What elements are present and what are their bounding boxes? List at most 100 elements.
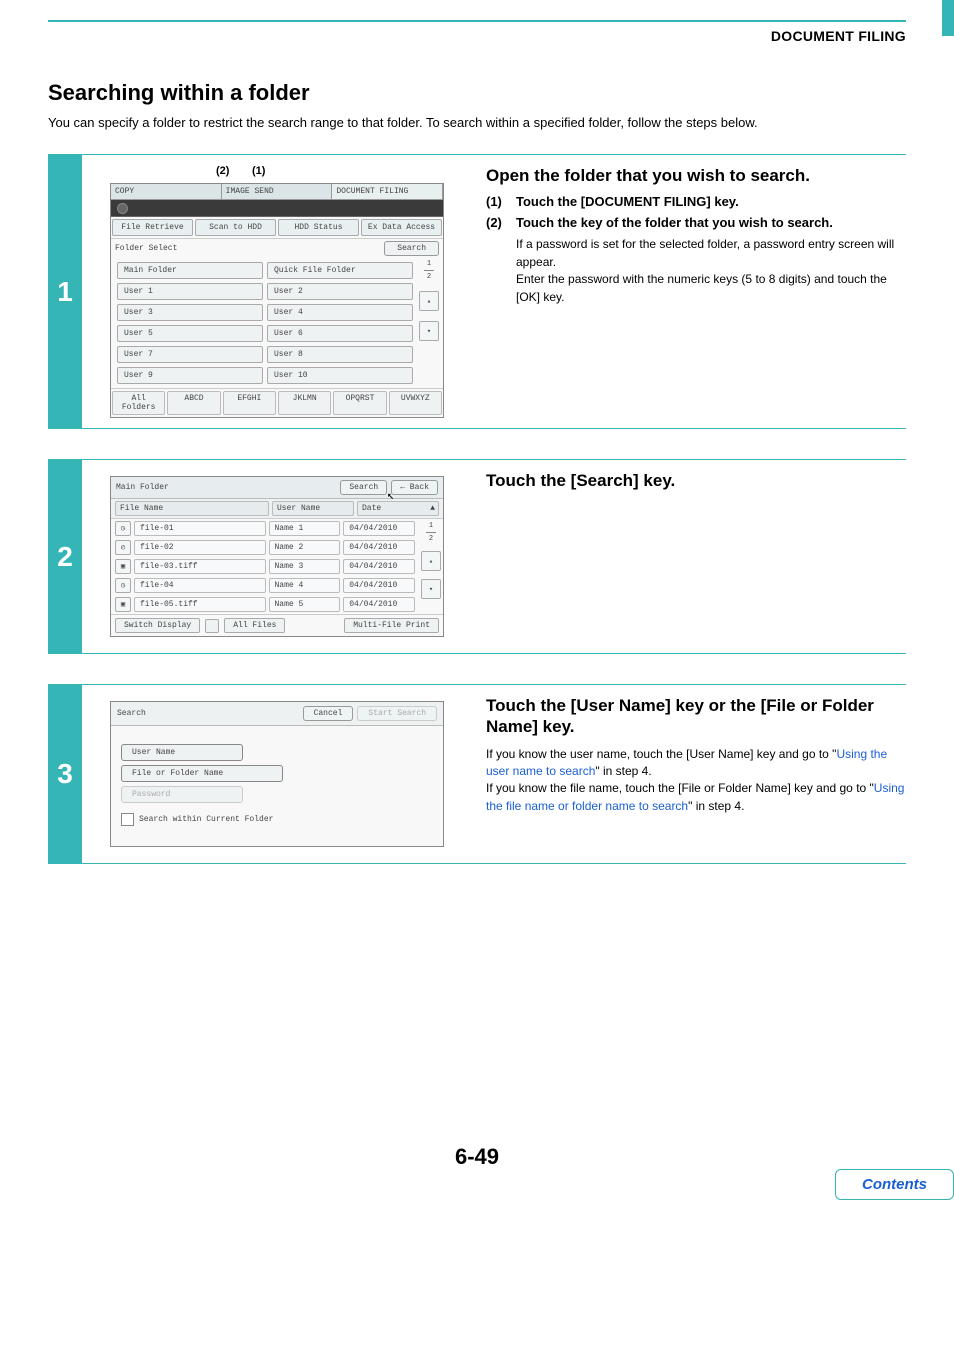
quick-file-folder-button[interactable]: Quick File Folder xyxy=(267,262,413,279)
step-number: 2 xyxy=(48,459,82,654)
step1-item-2-txt: Touch the key of the folder that you wis… xyxy=(516,215,833,230)
checkbox-icon[interactable] xyxy=(121,813,134,826)
alpha-opqrst[interactable]: OPQRST xyxy=(333,391,386,415)
step3-text-b: " in step 4. xyxy=(595,764,651,778)
file-or-folder-name-button[interactable]: File or Folder Name xyxy=(121,765,283,782)
user-name-cell: Name 3 xyxy=(269,559,341,574)
callout-1: (1) xyxy=(252,165,265,177)
step-2: 2 Main Folder Search ↖ ← Back File Name … xyxy=(48,459,906,654)
folder-user-7[interactable]: User 7 xyxy=(117,346,263,363)
step3-text-c: If you know the file name, touch the [Fi… xyxy=(486,781,874,795)
main-folder-button[interactable]: Main Folder xyxy=(117,262,263,279)
step2-shot-cell: Main Folder Search ↖ ← Back File Name Us… xyxy=(82,459,472,654)
file-row[interactable]: ◴ file-02 Name 2 04/04/2010 xyxy=(111,538,419,557)
file-name-cell: file-02 xyxy=(134,540,266,555)
search-button[interactable]: Search xyxy=(384,241,439,256)
file-name-cell: file-01 xyxy=(134,521,266,536)
alpha-all-folders[interactable]: All Folders xyxy=(112,391,165,415)
step3-shot-cell: Search Cancel Start Search User Name Fil… xyxy=(82,684,472,864)
step2-screenshot: Main Folder Search ↖ ← Back File Name Us… xyxy=(110,476,444,637)
all-files-button[interactable]: All Files xyxy=(224,618,285,633)
scroll-up-button[interactable]: ▴ xyxy=(419,291,439,311)
file-type-icon: ▣ xyxy=(115,597,131,612)
contents-button[interactable]: Contents xyxy=(835,1169,954,1200)
user-name-cell: Name 1 xyxy=(269,521,341,536)
scroll-down-button[interactable]: ▾ xyxy=(421,579,441,599)
tab-copy[interactable]: COPY xyxy=(111,184,222,199)
folder-select-label: Folder Select xyxy=(115,244,177,253)
search-label: Search xyxy=(349,483,378,492)
folder-user-6[interactable]: User 6 xyxy=(267,325,413,342)
step1-item-1-txt: Touch the [DOCUMENT FILING] key. xyxy=(516,194,739,209)
start-search-button[interactable]: Start Search xyxy=(357,706,437,721)
file-name-cell: file-03.tiff xyxy=(134,559,266,574)
subtab-hdd-status[interactable]: HDD Status xyxy=(278,219,359,236)
file-type-icon: ▣ xyxy=(115,559,131,574)
subtab-ex-data-access[interactable]: Ex Data Access xyxy=(361,219,442,236)
switch-display-button[interactable]: Switch Display xyxy=(115,618,200,633)
folder-user-4[interactable]: User 4 xyxy=(267,304,413,321)
date-cell: 04/04/2010 xyxy=(343,597,415,612)
step1-title: Open the folder that you wish to search. xyxy=(486,165,906,186)
page-divider xyxy=(426,532,436,533)
alpha-uvwxyz[interactable]: UVWXYZ xyxy=(389,391,442,415)
section-title: Searching within a folder xyxy=(48,80,906,106)
alpha-jklmn[interactable]: JKLMN xyxy=(278,391,331,415)
folder-user-3[interactable]: User 3 xyxy=(117,304,263,321)
page-number: 6-49 xyxy=(48,1144,906,1170)
page-divider xyxy=(424,270,434,271)
step1-note1: If a password is set for the selected fo… xyxy=(516,236,906,271)
alpha-efghi[interactable]: EFGHI xyxy=(223,391,276,415)
col-date-label: Date xyxy=(362,504,381,513)
date-cell: 04/04/2010 xyxy=(343,559,415,574)
step1-item-2-num: (2) xyxy=(486,215,516,230)
col-user-name[interactable]: User Name xyxy=(272,501,354,516)
folder-user-1[interactable]: User 1 xyxy=(117,283,263,300)
step3-screenshot: Search Cancel Start Search User Name Fil… xyxy=(110,701,444,847)
date-cell: 04/04/2010 xyxy=(343,521,415,536)
file-row[interactable]: ▣ file-03.tiff Name 3 04/04/2010 xyxy=(111,557,419,576)
folder-user-9[interactable]: User 9 xyxy=(117,367,263,384)
file-type-icon: ◴ xyxy=(115,540,131,555)
back-label: Back xyxy=(410,483,429,492)
date-cell: 04/04/2010 xyxy=(343,540,415,555)
folder-user-5[interactable]: User 5 xyxy=(117,325,263,342)
user-name-button[interactable]: User Name xyxy=(121,744,243,761)
password-button[interactable]: Password xyxy=(121,786,243,803)
step1-note2: Enter the password with the numeric keys… xyxy=(516,271,906,306)
alpha-abcd[interactable]: ABCD xyxy=(167,391,220,415)
multi-file-print-button[interactable]: Multi-File Print xyxy=(344,618,439,633)
step3-text-a: If you know the user name, touch the [Us… xyxy=(486,747,836,761)
scroll-down-button[interactable]: ▾ xyxy=(419,321,439,341)
folder-user-10[interactable]: User 10 xyxy=(267,367,413,384)
search-button[interactable]: Search ↖ xyxy=(340,480,387,495)
scroll-up-button[interactable]: ▴ xyxy=(421,551,441,571)
doc-header: DOCUMENT FILING xyxy=(48,28,906,44)
file-name-cell: file-05.tiff xyxy=(134,597,266,612)
user-name-cell: Name 4 xyxy=(269,578,341,593)
folder-user-2[interactable]: User 2 xyxy=(267,283,413,300)
file-row[interactable]: ◷ file-01 Name 1 04/04/2010 xyxy=(111,519,419,538)
tab-image-send[interactable]: IMAGE SEND xyxy=(222,184,333,199)
file-row[interactable]: ▣ file-05.tiff Name 5 04/04/2010 xyxy=(111,595,419,614)
subtab-file-retrieve[interactable]: File Retrieve xyxy=(112,219,193,236)
folder-user-8[interactable]: User 8 xyxy=(267,346,413,363)
display-mode-icon[interactable] xyxy=(205,619,219,633)
step2-title: Touch the [Search] key. xyxy=(486,470,906,491)
cancel-button[interactable]: Cancel xyxy=(303,706,354,721)
tab-document-filing[interactable]: DOCUMENT FILING xyxy=(332,184,443,199)
current-folder-label: Main Folder xyxy=(116,483,169,492)
globe-icon xyxy=(117,203,128,214)
subtab-scan-to-hdd[interactable]: Scan to HDD xyxy=(195,219,276,236)
top-rule xyxy=(48,20,906,22)
page-indicator-top: 1 xyxy=(427,260,431,268)
search-within-current-folder-row[interactable]: Search within Current Folder xyxy=(121,813,433,826)
step2-text: Touch the [Search] key. xyxy=(472,459,906,654)
step1-item-1-num: (1) xyxy=(486,194,516,209)
page-indicator-bottom: 2 xyxy=(427,273,431,281)
col-date[interactable]: Date▲ xyxy=(357,501,439,516)
back-button[interactable]: ← Back xyxy=(391,480,438,495)
col-file-name[interactable]: File Name xyxy=(115,501,269,516)
file-row[interactable]: ◷ file-04 Name 4 04/04/2010 xyxy=(111,576,419,595)
step1-shot-cell: (2) (1) COPY IMAGE SEND DOCUMENT FILING … xyxy=(82,154,472,429)
